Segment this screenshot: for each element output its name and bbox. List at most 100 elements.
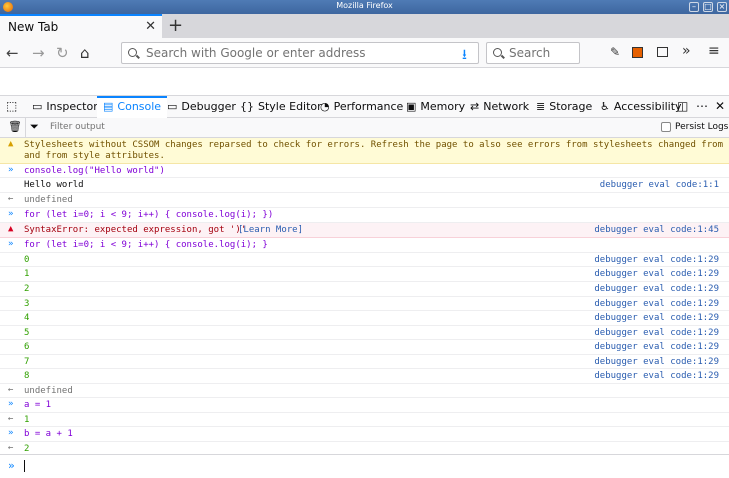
tab-accessibility[interactable]: ♿ Accessibility — [600, 96, 682, 118]
extension-icon[interactable] — [632, 47, 643, 58]
console-input-text: b = a + 1 — [24, 429, 73, 439]
forward-arrow-icon[interactable]: → — [32, 44, 45, 62]
eyedropper-icon[interactable]: ✎ — [610, 45, 620, 59]
tab-storage[interactable]: ≣ Storage — [536, 96, 592, 118]
devtools-toolbar: ⬚ ▭ Inspector ▤ Console ▭ Debugger {} Style … — [0, 95, 729, 118]
console-input-field[interactable]: » — [0, 454, 729, 478]
input-chevron-icon: » — [8, 239, 14, 249]
log-text: Hello world — [24, 180, 84, 190]
error-text: SyntaxError: expected expression, got ')… — [24, 225, 247, 235]
console-input-row: » console.log("Hello world") — [0, 164, 729, 178]
home-icon[interactable]: ⌂ — [80, 44, 90, 62]
tab-new-tab[interactable]: New Tab ✕ — [0, 14, 162, 38]
filter-output-input[interactable]: Filter output — [50, 122, 105, 132]
result-arrow-icon: ← — [8, 414, 14, 424]
toolbar-divider — [25, 118, 26, 137]
loop-log-row: 3 debugger eval code:1:29 — [0, 297, 729, 311]
network-icon: ⇄ — [470, 100, 480, 113]
console-warning: ▲ Stylesheets without CSSOM changes repa… — [0, 138, 729, 164]
reload-icon[interactable]: ↻ — [56, 44, 69, 62]
error-source-link[interactable]: debugger eval code:1:45 — [594, 225, 719, 235]
result-arrow-icon: ← — [8, 385, 14, 395]
sidebar-icon[interactable] — [657, 47, 668, 57]
overflow-chevron-icon[interactable]: » — [682, 43, 691, 59]
new-tab-plus-icon[interactable]: + — [168, 15, 183, 36]
minimize-icon[interactable]: – — [689, 2, 699, 12]
download-arrow-icon[interactable]: ⭳ — [462, 44, 467, 68]
tab-memory[interactable]: ▣ Memory — [406, 96, 465, 118]
braces-icon: {} — [240, 100, 254, 113]
tab-storage-label: Storage — [549, 100, 593, 113]
accessibility-icon: ♿ — [600, 100, 610, 113]
database-icon: ≣ — [536, 100, 546, 113]
close-devtools-icon[interactable]: ✕ — [715, 96, 725, 118]
loop-source-link[interactable]: debugger eval code:1:29 — [594, 269, 719, 279]
loop-source-link[interactable]: debugger eval code:1:29 — [594, 255, 719, 265]
console-result-row: ← undefined — [0, 384, 729, 398]
console-result-row: ← 2 — [0, 442, 729, 454]
url-bar[interactable]: Search with Google or enter address — [121, 42, 479, 64]
loop-value: 2 — [24, 284, 30, 294]
result-text: 1 — [24, 415, 30, 425]
close-window-icon[interactable]: × — [717, 2, 727, 12]
loop-source-link[interactable]: debugger eval code:1:29 — [594, 284, 719, 294]
maximize-icon[interactable]: □ — [703, 2, 713, 12]
loop-log-row: 1 debugger eval code:1:29 — [0, 267, 729, 282]
tab-style-editor[interactable]: {} Style Editor — [240, 96, 322, 118]
search-bar[interactable]: Search — [486, 42, 580, 64]
loop-log-row: 4 debugger eval code:1:29 — [0, 311, 729, 326]
loop-value: 6 — [24, 342, 30, 352]
pick-element-icon[interactable]: ⬚ — [6, 96, 17, 118]
search-placeholder: Search — [509, 46, 551, 60]
dock-toggle-icon[interactable]: ◫ — [677, 96, 688, 118]
tab-bar: New Tab ✕ + — [0, 14, 729, 38]
loop-source-link[interactable]: debugger eval code:1:29 — [594, 371, 719, 381]
text-caret — [24, 460, 25, 472]
warning-icon: ▲ — [8, 139, 14, 149]
trash-icon[interactable]: 🗑 — [8, 120, 22, 133]
back-arrow-icon[interactable]: ← — [6, 44, 19, 62]
warning-line-2: and from style attributes. — [24, 151, 165, 161]
window-title: Mozilla Firefox — [336, 1, 393, 10]
filter-funnel-icon: ⏷ — [30, 120, 39, 133]
tab-memory-label: Memory — [420, 100, 466, 113]
console-icon: ▤ — [103, 100, 114, 113]
loop-log-row: 2 debugger eval code:1:29 — [0, 282, 729, 297]
result-text: 2 — [24, 444, 30, 454]
console-result-row: ← undefined — [0, 193, 729, 208]
loop-source-link[interactable]: debugger eval code:1:29 — [594, 342, 719, 352]
close-tab-icon[interactable]: ✕ — [145, 19, 156, 34]
tab-console[interactable]: ▤ Console — [97, 96, 168, 118]
console-input-row: » for (let i=0; i < 9; i++) { console.lo… — [0, 208, 729, 223]
persist-logs-checkbox[interactable] — [661, 122, 671, 132]
gauge-icon: ◔ — [320, 100, 330, 113]
input-chevron-icon: » — [8, 165, 14, 175]
learn-more-link[interactable]: [Learn More] — [238, 225, 303, 235]
log-source-link[interactable]: debugger eval code:1:1 — [600, 180, 719, 190]
loop-source-link[interactable]: debugger eval code:1:29 — [594, 313, 719, 323]
loop-value: 7 — [24, 357, 30, 367]
more-options-icon[interactable]: ⋯ — [696, 96, 708, 118]
result-arrow-icon: ← — [8, 443, 14, 453]
tab-debugger[interactable]: ▭ Debugger — [167, 96, 236, 118]
console-result-row: ← 1 — [0, 413, 729, 427]
tab-inspector[interactable]: ▭ Inspector — [32, 96, 98, 118]
loop-source-link[interactable]: debugger eval code:1:29 — [594, 357, 719, 367]
search-icon — [493, 48, 502, 57]
console-log-row: Hello world debugger eval code:1:1 — [0, 178, 729, 193]
nav-bar: ← → ↻ ⌂ Search with Google or enter addr… — [0, 38, 729, 68]
console-input-row: » for (let i=0; i < 9; i++) { console.lo… — [0, 238, 729, 253]
loop-value: 8 — [24, 371, 30, 381]
result-text: undefined — [24, 386, 73, 396]
tab-network[interactable]: ⇄ Network — [470, 96, 529, 118]
loop-value: 1 — [24, 269, 30, 279]
tab-performance-label: Performance — [333, 100, 404, 113]
loop-source-link[interactable]: debugger eval code:1:29 — [594, 328, 719, 338]
tab-performance[interactable]: ◔ Performance — [320, 96, 403, 118]
url-placeholder: Search with Google or enter address — [146, 46, 366, 60]
console-input-row: » b = a + 1 — [0, 427, 729, 442]
tab-debugger-label: Debugger — [181, 100, 236, 113]
loop-source-link[interactable]: debugger eval code:1:29 — [594, 299, 719, 309]
input-chevron-icon: » — [8, 399, 14, 409]
hamburger-menu-icon[interactable]: ≡ — [708, 43, 720, 59]
